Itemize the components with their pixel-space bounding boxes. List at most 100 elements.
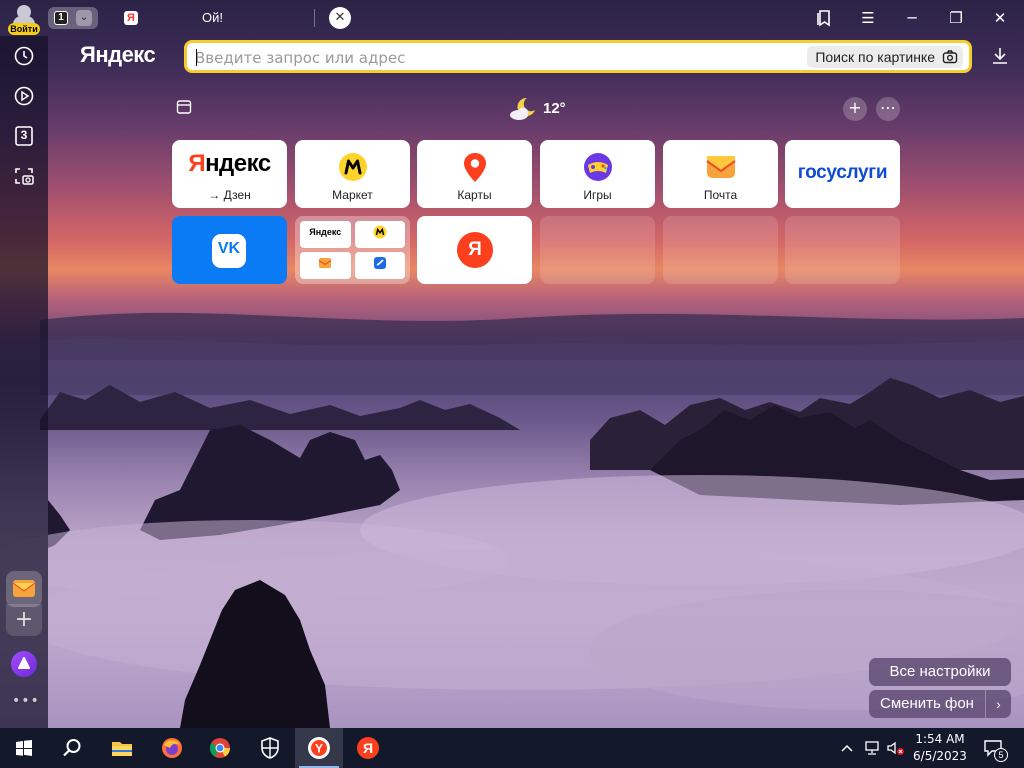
chevron-right-icon[interactable]: › (985, 690, 1011, 718)
omnibox[interactable]: Поиск по картинке (184, 40, 972, 73)
chevron-up-icon (841, 744, 853, 752)
title-bar: Войти 1 ⌄ Я Ой! ✕ ☰ ─ ❐ ✕ (0, 0, 1024, 36)
clock[interactable]: 1:54 AM 6/5/2023 (910, 731, 970, 765)
tab-count: 1 (54, 11, 68, 25)
play-icon[interactable] (12, 84, 36, 108)
close-window-icon[interactable]: ✕ (988, 6, 1012, 30)
minimize-icon[interactable]: ─ (900, 6, 924, 30)
window-panel-icon[interactable] (176, 99, 192, 115)
search-icon (63, 739, 81, 757)
image-search-label: Поиск по картинке (815, 49, 935, 65)
bookmarks-icon[interactable] (812, 6, 836, 30)
all-settings-button[interactable]: Все настройки (869, 658, 1011, 686)
yandex-favicon-icon: Я (124, 11, 138, 25)
camera-icon (942, 50, 958, 64)
gosuslugi-logo: госуслуги (797, 162, 888, 183)
tile-label: → Дзен (208, 188, 251, 202)
tile-gosuslugi[interactable]: госуслуги (785, 140, 900, 208)
volume-muted-icon (887, 741, 904, 755)
tab-count-icon[interactable]: 3 (12, 124, 36, 148)
file-explorer-button[interactable] (98, 728, 146, 768)
image-search-button[interactable]: Поиск по картинке (807, 46, 963, 68)
market-icon (339, 153, 367, 181)
tile-maps[interactable]: Карты (417, 140, 532, 208)
mini-tile-disk (354, 252, 405, 279)
all-settings-label: Все настройки (889, 663, 991, 680)
menu-icon[interactable]: ☰ (856, 6, 880, 30)
tile-yandex[interactable]: Я (417, 216, 532, 284)
alice-assistant-icon[interactable] (11, 651, 37, 677)
tile-mail[interactable]: Почта (663, 140, 778, 208)
restore-icon[interactable]: ❐ (944, 6, 968, 30)
tile-yandex-dzen[interactable]: Яндекс → Дзен (172, 140, 287, 208)
start-button[interactable] (0, 728, 48, 768)
download-icon[interactable] (988, 44, 1012, 68)
yandex-icon: Я (357, 737, 379, 759)
clock-date: 6/5/2023 (913, 749, 967, 763)
tile-yandex-first-letter: Я (188, 150, 206, 177)
search-button[interactable] (48, 728, 96, 768)
volume-button[interactable] (884, 728, 906, 768)
clock-time: 1:54 AM (915, 732, 965, 746)
screenshot-icon[interactable] (12, 164, 36, 188)
tab-group-button[interactable]: 1 ⌄ (48, 7, 98, 29)
sidebar: 3 + ••• (0, 36, 48, 728)
tile-label: Маркет (332, 188, 373, 202)
text-caret (196, 49, 197, 66)
history-icon[interactable] (12, 44, 36, 68)
games-icon (584, 153, 612, 181)
security-button[interactable] (246, 728, 294, 768)
tile-label: Карты (457, 188, 492, 202)
tab-title: Ой! (202, 10, 223, 25)
close-tab-icon[interactable]: ✕ (329, 7, 351, 29)
maps-pin-icon (464, 153, 486, 182)
firefox-button[interactable] (148, 728, 196, 768)
yandex-app-button[interactable]: Я (344, 728, 392, 768)
tile-games[interactable]: Игры (540, 140, 655, 208)
chrome-button[interactable] (196, 728, 244, 768)
mini-disk-icon (373, 257, 386, 269)
mail-shortcut[interactable] (6, 571, 42, 607)
taskbar: Y Я 1:54 AM 6/5/2023 5 (0, 728, 1024, 768)
yandex-circle-logo: Я (457, 232, 493, 268)
more-options-button[interactable]: ⋯ (876, 97, 900, 121)
mail-icon (12, 580, 36, 597)
mini-tile-yandex: Яндекс (300, 221, 351, 248)
tile-empty[interactable] (540, 216, 655, 284)
yandex-logo-letter: Я (468, 239, 482, 260)
yandex-browser-icon: Y (308, 737, 330, 759)
tile-market[interactable]: Маркет (295, 140, 410, 208)
mail-envelope-icon (706, 156, 736, 178)
windows-icon (16, 740, 32, 756)
folder-grid: Яндекс (300, 221, 405, 279)
show-hidden-icons-button[interactable] (838, 728, 856, 768)
profile-avatar[interactable]: Войти (8, 3, 40, 35)
add-sidebar-item-button[interactable]: + (6, 604, 42, 636)
tile-folder[interactable]: Яндекс (295, 216, 410, 284)
firefox-icon (162, 738, 182, 758)
tile-empty[interactable] (785, 216, 900, 284)
svg-text:Y: Y (315, 742, 323, 756)
more-icon[interactable]: ••• (12, 693, 39, 709)
mini-yandex-label: Яндекс (309, 227, 342, 237)
search-input[interactable] (195, 47, 785, 69)
mini-tile-mail (300, 252, 351, 279)
notifications-button[interactable]: 5 (980, 728, 1010, 768)
tab-active[interactable]: Я Ой! (112, 4, 312, 32)
folder-icon (112, 742, 132, 756)
tile-vk[interactable]: VK (172, 216, 287, 284)
shield-icon (261, 737, 279, 759)
tile-empty[interactable] (663, 216, 778, 284)
chrome-icon (209, 738, 230, 758)
moon-cloud-icon (510, 97, 535, 120)
yandex-browser-button[interactable]: Y (295, 728, 343, 768)
notification-count: 5 (994, 748, 1008, 762)
add-tile-button[interactable]: + (843, 97, 867, 121)
change-background-label: Сменить фон (880, 695, 974, 712)
yandex-logo[interactable]: Яндекс (80, 42, 156, 68)
change-background-button[interactable]: Сменить фон › (869, 690, 1011, 718)
network-icon (865, 741, 879, 755)
vk-logo-text: VK (217, 240, 241, 257)
network-button[interactable] (862, 728, 882, 768)
login-label: Войти (8, 23, 40, 35)
